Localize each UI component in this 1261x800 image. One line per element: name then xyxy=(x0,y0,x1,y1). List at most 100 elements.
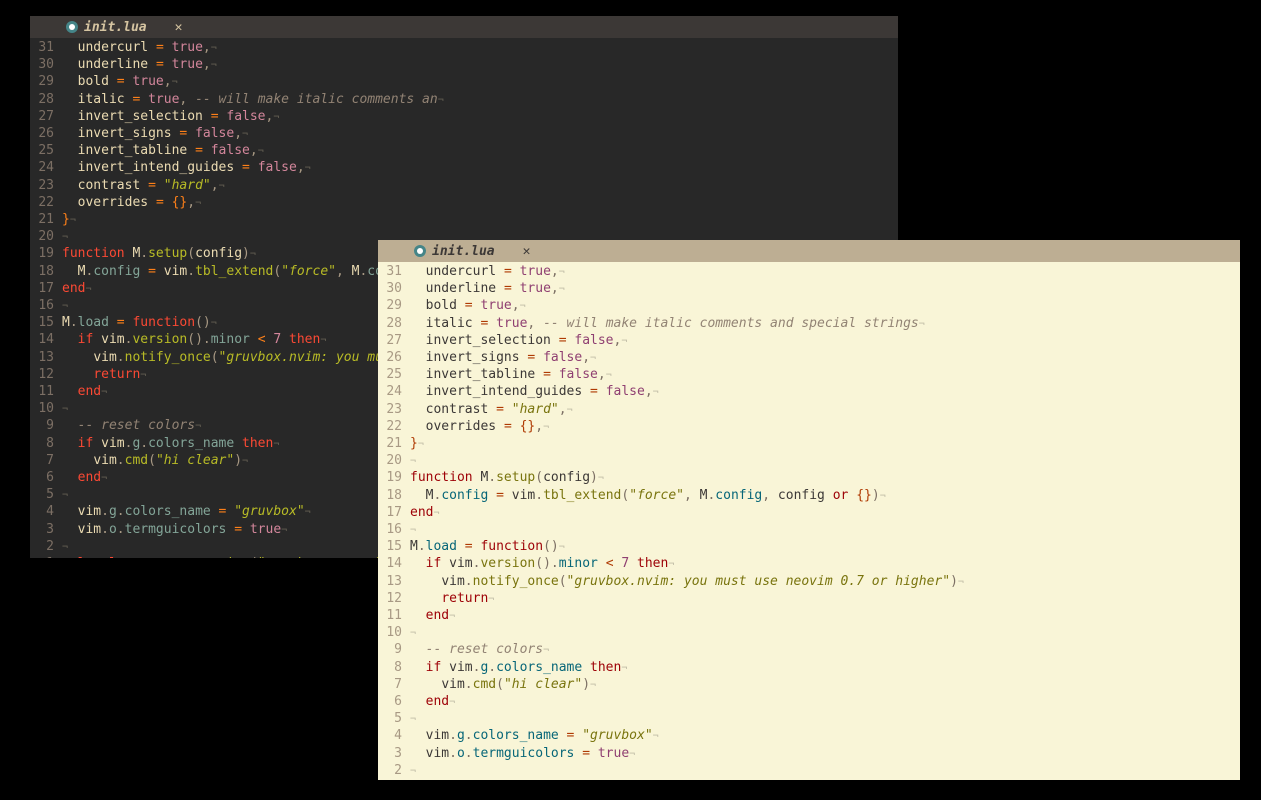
line-number: 15 xyxy=(30,315,62,332)
code-line: 10¬ xyxy=(378,625,1240,642)
line-number: 26 xyxy=(378,350,410,367)
line-content: }¬ xyxy=(62,212,76,229)
code-line: 2¬ xyxy=(378,763,1240,780)
close-icon[interactable]: ✕ xyxy=(175,20,183,35)
line-content: vim.cmd("hi clear")¬ xyxy=(62,453,248,470)
line-content: undercurl = true,¬ xyxy=(410,264,565,281)
line-number: 1 xyxy=(30,556,62,558)
line-number: 5 xyxy=(378,711,410,728)
line-content: end¬ xyxy=(62,384,107,401)
line-number: 22 xyxy=(378,419,410,436)
line-content: ¬ xyxy=(62,298,68,315)
code-line: 12 return¬ xyxy=(378,591,1240,608)
code-line: 15M.load = function()¬ xyxy=(378,539,1240,556)
line-content: overrides = {},¬ xyxy=(62,195,201,212)
line-content: function M.setup(config)¬ xyxy=(62,246,256,263)
code-line: 21}¬ xyxy=(30,212,898,229)
code-line: 22 overrides = {},¬ xyxy=(378,419,1240,436)
line-number: 13 xyxy=(378,574,410,591)
line-content: ¬ xyxy=(410,711,416,728)
line-number: 24 xyxy=(378,384,410,401)
code-line: 30 underline = true,¬ xyxy=(30,57,898,74)
line-number: 28 xyxy=(378,316,410,333)
code-line: 23 contrast = "hard",¬ xyxy=(378,402,1240,419)
line-content: vim.g.colors_name = "gruvbox"¬ xyxy=(62,504,311,521)
line-number: 7 xyxy=(30,453,62,470)
line-content: end¬ xyxy=(62,281,92,298)
line-content: italic = true, -- will make italic comme… xyxy=(410,316,925,333)
line-content: invert_selection = false,¬ xyxy=(62,109,279,126)
code-area-light[interactable]: 31 undercurl = true,¬30 underline = true… xyxy=(378,262,1240,780)
code-line: 29 bold = true,¬ xyxy=(378,298,1240,315)
code-line: 20¬ xyxy=(378,453,1240,470)
tabbar: init.lua ✕ xyxy=(378,240,1240,262)
close-icon[interactable]: ✕ xyxy=(523,244,531,259)
line-content: end¬ xyxy=(410,608,455,625)
line-number: 23 xyxy=(30,178,62,195)
line-number: 23 xyxy=(378,402,410,419)
line-content: invert_intend_guides = false,¬ xyxy=(62,160,311,177)
line-content: -- reset colors¬ xyxy=(410,642,549,659)
line-number: 6 xyxy=(378,694,410,711)
line-content: ¬ xyxy=(62,401,68,418)
code-line: 28 italic = true, -- will make italic co… xyxy=(30,92,898,109)
line-content: ¬ xyxy=(62,539,68,556)
line-number: 14 xyxy=(378,556,410,573)
line-number: 4 xyxy=(30,504,62,521)
code-line: 17end¬ xyxy=(378,505,1240,522)
line-number: 4 xyxy=(378,728,410,745)
line-number: 19 xyxy=(30,246,62,263)
line-content: ¬ xyxy=(410,625,416,642)
line-content: bold = true,¬ xyxy=(410,298,526,315)
line-number: 20 xyxy=(378,453,410,470)
code-line: 13 vim.notify_once("gruvbox.nvim: you mu… xyxy=(378,574,1240,591)
line-content: if vim.g.colors_name then¬ xyxy=(410,660,627,677)
code-line: 16¬ xyxy=(378,522,1240,539)
line-number: 2 xyxy=(378,763,410,780)
code-line: 26 invert_signs = false,¬ xyxy=(378,350,1240,367)
line-content: ¬ xyxy=(410,763,416,780)
line-number: 18 xyxy=(30,264,62,281)
line-number: 11 xyxy=(30,384,62,401)
code-line: 23 contrast = "hard",¬ xyxy=(30,178,898,195)
line-content: M.load = function()¬ xyxy=(62,315,217,332)
line-number: 19 xyxy=(378,470,410,487)
line-content: invert_tabline = false,¬ xyxy=(62,143,264,160)
line-content: -- reset colors¬ xyxy=(62,418,201,435)
line-content: invert_signs = false,¬ xyxy=(410,350,596,367)
line-content: end¬ xyxy=(410,505,440,522)
line-number: 16 xyxy=(30,298,62,315)
code-line: 31 undercurl = true,¬ xyxy=(30,40,898,57)
line-content: M.load = function()¬ xyxy=(410,539,565,556)
tab-filename[interactable]: init.lua xyxy=(84,20,147,35)
code-line: 24 invert_intend_guides = false,¬ xyxy=(378,384,1240,401)
line-number: 20 xyxy=(30,229,62,246)
line-number: 11 xyxy=(378,608,410,625)
line-number: 17 xyxy=(378,505,410,522)
line-number: 18 xyxy=(378,488,410,505)
code-line: 25 invert_tabline = false,¬ xyxy=(30,143,898,160)
line-number: 10 xyxy=(378,625,410,642)
line-number: 9 xyxy=(378,642,410,659)
line-number: 29 xyxy=(30,74,62,91)
line-content: vim.o.termguicolors = true¬ xyxy=(62,522,287,539)
line-content: underline = true,¬ xyxy=(62,57,217,74)
line-content: return¬ xyxy=(62,367,146,384)
code-line: 28 italic = true, -- will make italic co… xyxy=(378,316,1240,333)
line-content: if vim.version().minor < 7 then¬ xyxy=(410,556,674,573)
tab-filename[interactable]: init.lua xyxy=(432,244,495,259)
code-line: 11 end¬ xyxy=(378,608,1240,625)
line-number: 25 xyxy=(30,143,62,160)
line-number: 26 xyxy=(30,126,62,143)
line-content: vim.g.colors_name = "gruvbox"¬ xyxy=(410,728,659,745)
line-content: bold = true,¬ xyxy=(62,74,178,91)
line-content: ¬ xyxy=(62,229,68,246)
line-content: ¬ xyxy=(62,487,68,504)
line-number: 2 xyxy=(30,539,62,556)
code-line: 30 underline = true,¬ xyxy=(378,281,1240,298)
code-line: 26 invert_signs = false,¬ xyxy=(30,126,898,143)
code-line: 4 vim.g.colors_name = "gruvbox"¬ xyxy=(378,728,1240,745)
code-line: 29 bold = true,¬ xyxy=(30,74,898,91)
code-line: 18 M.config = vim.tbl_extend("force", M.… xyxy=(378,488,1240,505)
line-content: invert_tabline = false,¬ xyxy=(410,367,612,384)
